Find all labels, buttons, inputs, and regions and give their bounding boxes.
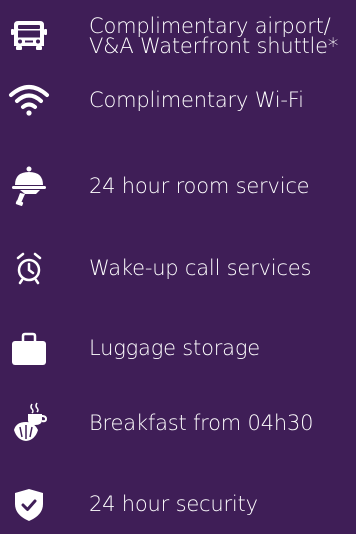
amenity-shuttle: Complimentary airport/ V&A Waterfront sh… (0, 6, 356, 66)
amenity-security: 24 hour security (0, 474, 356, 534)
security-shield-icon (6, 481, 52, 527)
room-service-cloche-icon (6, 163, 52, 209)
luggage-icon (6, 325, 52, 371)
amenity-label: Complimentary Wi-Fi (89, 88, 304, 112)
alarm-clock-icon (6, 245, 52, 291)
amenities-list: Complimentary airport/ V&A Waterfront sh… (0, 0, 356, 524)
amenity-label: Breakfast from 04h30 (89, 411, 314, 435)
shuttle-bus-icon (6, 13, 52, 59)
amenity-luggage: Luggage storage (0, 318, 356, 378)
amenity-wifi: Complimentary Wi-Fi (0, 70, 356, 130)
amenity-label: 24 hour security (89, 492, 258, 516)
wifi-icon (6, 77, 52, 123)
amenity-breakfast: Breakfast from 04h30 (0, 393, 356, 453)
amenity-room-service: 24 hour room service (0, 156, 356, 216)
amenity-label: Wake-up call services (89, 256, 312, 280)
amenity-wake-up: Wake-up call services (0, 238, 356, 298)
amenity-label: Complimentary airport/ V&A Waterfront sh… (89, 14, 339, 58)
breakfast-coffee-croissant-icon (6, 400, 52, 446)
amenity-label: Luggage storage (89, 336, 260, 360)
amenity-label: 24 hour room service (89, 174, 310, 198)
